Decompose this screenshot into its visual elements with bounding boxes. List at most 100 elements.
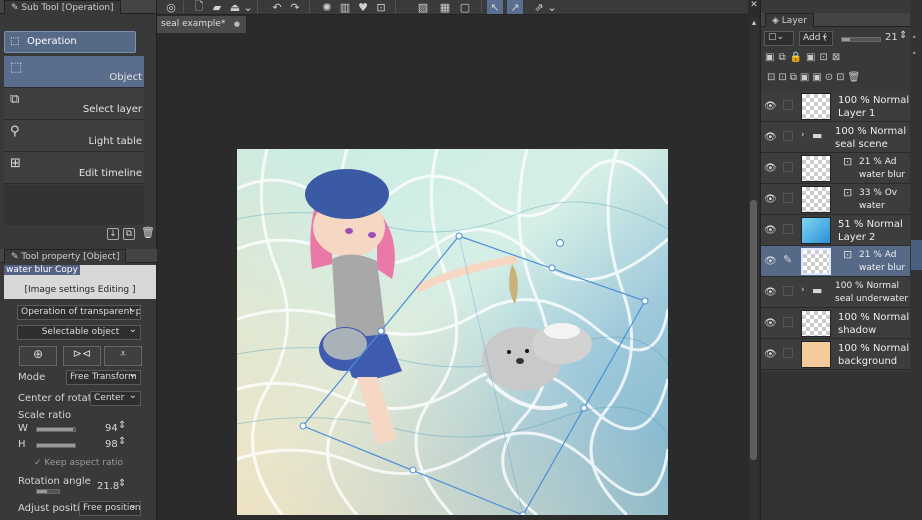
scrollbar-thumb[interactable] xyxy=(750,200,757,460)
reset-icon[interactable]: ⊕ xyxy=(19,346,57,366)
dock-tab[interactable] xyxy=(911,240,922,270)
mode-select[interactable]: Free Transform xyxy=(66,370,141,385)
w-value[interactable]: 94 xyxy=(105,423,118,434)
layer-row[interactable]: 👁 100 % Normal background xyxy=(761,339,911,370)
layer-row[interactable]: 👁 ⊡ 21 % Ad water blur xyxy=(761,153,911,184)
heart-icon[interactable]: ♥ xyxy=(355,0,371,14)
layer-row[interactable]: 👁 100 % Normal shadow xyxy=(761,308,911,339)
layer-lock-box[interactable] xyxy=(783,131,793,141)
layer-lock-icons[interactable]: ▣⧉🔒▣⊡⊠ xyxy=(765,52,844,63)
tab-document[interactable]: seal example* ● xyxy=(157,16,247,33)
expand-icon[interactable]: › xyxy=(801,130,805,140)
toolbar-separator xyxy=(309,1,310,13)
flip-vertical-icon[interactable]: ⩡ xyxy=(104,346,142,366)
layer-lock-box[interactable] xyxy=(783,193,793,203)
layer-row[interactable]: 👁 ⊡ 33 % Ov water xyxy=(761,184,911,215)
tab-tool-property[interactable]: ✎ Tool property [Object] xyxy=(4,249,127,263)
keep-aspect-checkbox[interactable]: ✓ Keep aspect ratio xyxy=(34,458,123,468)
operation-group-button[interactable]: ⬚ Operation xyxy=(4,31,136,53)
toolbar-separator xyxy=(395,1,396,13)
layer-thumbnail xyxy=(801,248,831,275)
opacity-stepper-icon[interactable]: ⇕ xyxy=(899,30,907,41)
curve-icon[interactable]: ↗ xyxy=(507,0,523,14)
undo-icon[interactable]: ↶ xyxy=(269,0,285,14)
eye-icon[interactable]: 👁 xyxy=(764,163,777,174)
crop-icon[interactable]: ⊡ xyxy=(373,0,389,14)
eye-icon[interactable]: 👁 xyxy=(764,256,777,267)
export-icon[interactable]: ⇗ xyxy=(531,0,547,14)
tool-object[interactable]: ⬚ Object xyxy=(4,56,144,88)
copy-subtool-icon[interactable]: ⧉ xyxy=(123,228,135,240)
scroll-up-icon[interactable]: ▴ xyxy=(749,18,759,27)
layer-thumbnail xyxy=(801,341,831,368)
chevron-down-icon[interactable]: ⌄ xyxy=(243,0,253,14)
grid-icon[interactable]: ▨ xyxy=(415,0,431,14)
transparent-operation-select[interactable]: Operation of transparent part xyxy=(17,305,141,320)
tab-subtool[interactable]: ✎ Sub Tool [Operation] xyxy=(4,0,121,14)
artwork-canvas[interactable] xyxy=(237,149,668,515)
tool-select-layer[interactable]: ⧉ Select layer xyxy=(4,88,144,120)
chevron-up-icon[interactable]: ˄ xyxy=(912,36,917,46)
layer-lock-box[interactable] xyxy=(783,317,793,327)
expand-icon[interactable]: › xyxy=(801,285,805,295)
eye-icon[interactable]: 👁 xyxy=(764,132,777,143)
tool-edit-timeline[interactable]: ⊞ Edit timeline xyxy=(4,152,144,184)
fill-icon[interactable]: ▥ xyxy=(337,0,353,14)
eye-icon[interactable]: 👁 xyxy=(764,318,777,329)
layer-label: 51 % Normal Layer 2 xyxy=(838,219,903,243)
app-icon[interactable]: ◎ xyxy=(163,0,179,14)
trash-icon[interactable]: 🗑 xyxy=(141,226,155,239)
layer-row-selected[interactable]: 👁 ✎ ⊡ 21 % Ad water blur xyxy=(761,246,911,277)
layer-lock-box[interactable] xyxy=(783,100,793,110)
redo-icon[interactable]: ↷ xyxy=(287,0,303,14)
frame-icon[interactable]: ▢ xyxy=(457,0,473,14)
new-file-icon[interactable]: 🗋 xyxy=(191,0,207,14)
rotation-value[interactable]: 21.8 xyxy=(97,481,119,492)
open-folder-icon[interactable]: ▰ xyxy=(209,0,225,14)
rotation-slider[interactable] xyxy=(36,489,60,494)
layer-row[interactable]: 👁 › ▬ 100 % Normal seal scene xyxy=(761,122,911,153)
eye-icon[interactable]: 👁 xyxy=(764,194,777,205)
chevron-down-icon[interactable]: ⌄ xyxy=(547,0,557,14)
opacity-slider[interactable] xyxy=(841,37,881,42)
toolbar-separator xyxy=(481,1,482,13)
opacity-value[interactable]: 21 xyxy=(885,32,898,43)
tool-light-table[interactable]: ⚲ Light table xyxy=(4,120,144,152)
folder-icon: ▬ xyxy=(812,129,823,142)
layer-row[interactable]: 👁 51 % Normal Layer 2 xyxy=(761,215,911,246)
blend-square-select[interactable]: ▢⌄ xyxy=(764,31,794,46)
layer-row[interactable]: 👁 100 % Normal Layer 1 xyxy=(761,91,911,122)
loading-icon[interactable]: ✺ xyxy=(319,0,335,14)
layer-lock-box[interactable] xyxy=(783,224,793,234)
eye-icon[interactable]: 👁 xyxy=(764,101,777,112)
rotation-stepper-icon[interactable]: ⇕ xyxy=(118,478,126,489)
blend-mode-select[interactable]: Add ( xyxy=(799,31,833,46)
layer-lock-box[interactable] xyxy=(783,162,793,172)
w-stepper-icon[interactable]: ⇕ xyxy=(118,420,126,431)
layer-list-empty xyxy=(761,371,911,520)
eye-icon[interactable]: 👁 xyxy=(764,225,777,236)
chevron-up-icon[interactable]: ˄ xyxy=(912,52,917,62)
pointer-icon[interactable]: ↖ xyxy=(487,0,503,14)
eye-icon[interactable]: 👁 xyxy=(764,349,777,360)
add-subtool-icon[interactable]: ↓ xyxy=(107,228,119,240)
save-icon[interactable]: ⏏ xyxy=(227,0,243,14)
close-icon[interactable]: ✕ xyxy=(748,0,760,15)
layer-lock-box[interactable] xyxy=(783,348,793,358)
rotation-center-select[interactable]: Center xyxy=(90,391,141,406)
adjust-position-select[interactable]: Free position xyxy=(79,501,141,516)
flip-horizontal-icon[interactable]: ⊳⊲ xyxy=(63,346,101,366)
h-slider[interactable] xyxy=(36,443,76,448)
close-tab-icon[interactable]: ● xyxy=(234,16,240,33)
h-value[interactable]: 98 xyxy=(105,439,118,450)
new-layer-icons[interactable]: ⊡⊡⧉▣▣⊙⊡🗑 xyxy=(767,72,863,83)
h-stepper-icon[interactable]: ⇕ xyxy=(118,436,126,447)
pen-icon[interactable]: ✎ xyxy=(783,253,792,266)
w-slider[interactable] xyxy=(36,427,76,432)
ruler-icon[interactable]: ▦ xyxy=(437,0,453,14)
layer-row[interactable]: 👁 › ▬ 100 % Normal seal underwater xyxy=(761,277,911,308)
layer-lock-box[interactable] xyxy=(783,286,793,296)
selectable-object-select[interactable]: Selectable object xyxy=(17,325,141,340)
eye-icon[interactable]: 👁 xyxy=(764,287,777,298)
tab-layer[interactable]: ◈ Layer xyxy=(765,13,814,27)
